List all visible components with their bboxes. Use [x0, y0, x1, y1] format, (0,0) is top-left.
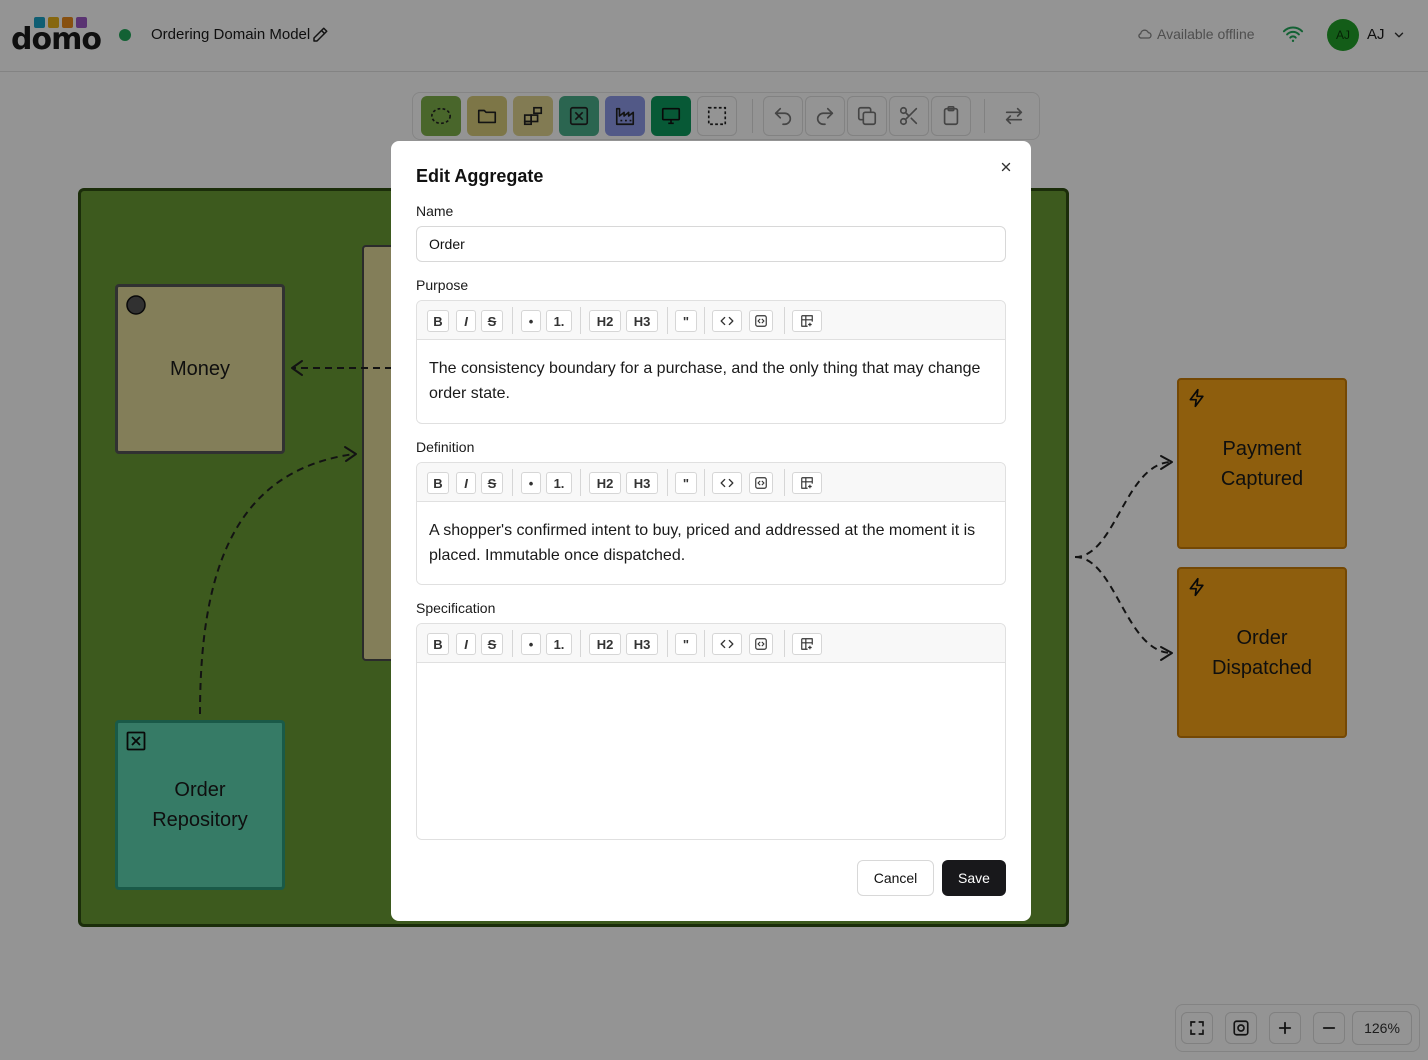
code-block-icon: [755, 477, 767, 489]
code-icon: [720, 316, 734, 326]
bold-button[interactable]: B: [427, 633, 449, 655]
specification-editor: B I S • 1. H2 H3 ": [416, 623, 1006, 840]
definition-content[interactable]: A shopper's confirmed intent to buy, pri…: [417, 502, 1005, 584]
code-icon: [720, 478, 734, 488]
h3-button[interactable]: H3: [626, 310, 658, 332]
editor-divider: [704, 469, 705, 496]
table-button[interactable]: [792, 310, 822, 332]
editor-divider: [512, 307, 513, 334]
strikethrough-button[interactable]: S: [481, 310, 503, 332]
editor-divider: [580, 307, 581, 334]
italic-button[interactable]: I: [456, 472, 476, 494]
purpose-label: Purpose: [416, 277, 469, 293]
bullet-list-button[interactable]: •: [521, 472, 541, 494]
definition-label: Definition: [416, 439, 475, 455]
code-block-button[interactable]: [749, 472, 773, 494]
italic-button[interactable]: I: [456, 310, 476, 332]
definition-editor: B I S • 1. H2 H3 " A shopper's confirmed…: [416, 462, 1006, 585]
table-icon: [801, 477, 813, 489]
name-label: Name: [416, 203, 454, 219]
table-icon: [801, 315, 813, 327]
editor-divider: [580, 630, 581, 657]
purpose-content[interactable]: The consistency boundary for a purchase,…: [417, 340, 1005, 422]
code-block-button[interactable]: [749, 633, 773, 655]
edit-aggregate-dialog: Edit Aggregate Name Purpose B I S • 1. H…: [391, 141, 1031, 921]
editor-divider: [667, 630, 668, 657]
strikethrough-button[interactable]: S: [481, 472, 503, 494]
code-button[interactable]: [712, 310, 742, 332]
ordered-list-button[interactable]: 1.: [546, 310, 572, 332]
close-button[interactable]: [997, 158, 1015, 176]
code-button[interactable]: [712, 633, 742, 655]
bold-button[interactable]: B: [427, 310, 449, 332]
name-input[interactable]: [416, 226, 1006, 262]
code-block-button[interactable]: [749, 310, 773, 332]
code-block-icon: [755, 315, 767, 327]
editor-toolbar: B I S • 1. H2 H3 ": [417, 463, 1005, 502]
h3-button[interactable]: H3: [626, 633, 658, 655]
quote-button[interactable]: ": [675, 633, 697, 655]
bold-button[interactable]: B: [427, 472, 449, 494]
editor-divider: [704, 630, 705, 657]
code-icon: [720, 639, 734, 649]
code-block-icon: [755, 638, 767, 650]
dialog-title: Edit Aggregate: [416, 166, 544, 186]
editor-divider: [512, 469, 513, 496]
ordered-list-button[interactable]: 1.: [546, 472, 572, 494]
editor-toolbar: B I S • 1. H2 H3 ": [417, 624, 1005, 663]
h2-button[interactable]: H2: [589, 472, 621, 494]
editor-divider: [704, 307, 705, 334]
quote-button[interactable]: ": [675, 472, 697, 494]
ordered-list-button[interactable]: 1.: [546, 633, 572, 655]
h2-button[interactable]: H2: [589, 633, 621, 655]
table-icon: [801, 638, 813, 650]
cancel-button[interactable]: Cancel: [857, 860, 934, 896]
bullet-list-button[interactable]: •: [521, 310, 541, 332]
specification-content[interactable]: [417, 663, 1005, 839]
italic-button[interactable]: I: [456, 633, 476, 655]
table-button[interactable]: [792, 472, 822, 494]
close-icon: [1001, 162, 1011, 172]
bullet-list-button[interactable]: •: [521, 633, 541, 655]
editor-divider: [667, 307, 668, 334]
editor-divider: [580, 469, 581, 496]
table-button[interactable]: [792, 633, 822, 655]
editor-divider: [784, 469, 785, 496]
save-button[interactable]: Save: [942, 860, 1006, 896]
editor-toolbar: B I S • 1. H2 H3 ": [417, 301, 1005, 340]
editor-divider: [784, 630, 785, 657]
h2-button[interactable]: H2: [589, 310, 621, 332]
strikethrough-button[interactable]: S: [481, 633, 503, 655]
quote-button[interactable]: ": [675, 310, 697, 332]
purpose-editor: B I S • 1. H2 H3 " The consistency bound…: [416, 300, 1006, 424]
h3-button[interactable]: H3: [626, 472, 658, 494]
specification-label: Specification: [416, 600, 496, 616]
editor-divider: [784, 307, 785, 334]
editor-divider: [667, 469, 668, 496]
code-button[interactable]: [712, 472, 742, 494]
editor-divider: [512, 630, 513, 657]
